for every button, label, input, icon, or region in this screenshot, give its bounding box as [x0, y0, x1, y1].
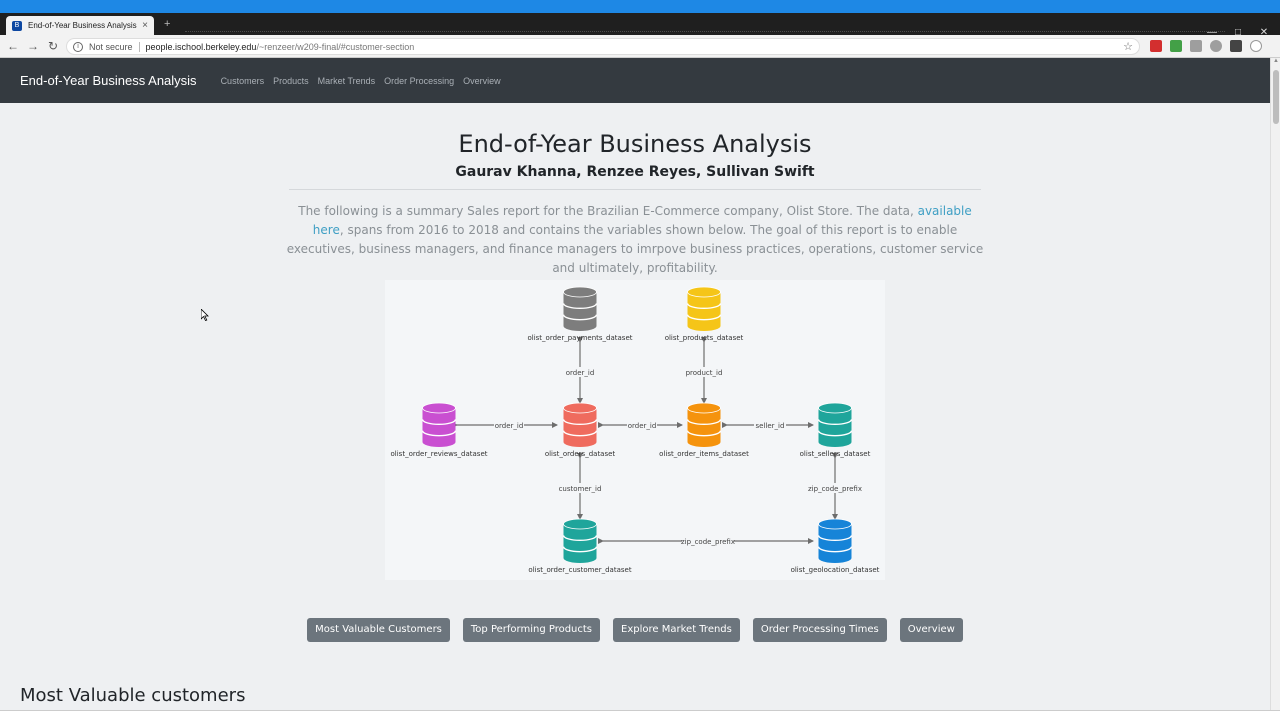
dataset-label-customer: olist_order_customer_dataset — [528, 566, 631, 574]
authors: Gaurav Khanna, Renzee Reyes, Sullivan Sw… — [455, 164, 815, 180]
section-buttons: Most Valuable Customers Top Performing P… — [0, 618, 1270, 642]
site-navbar: End-of-Year Business Analysis Customers … — [0, 58, 1270, 103]
schema-diagram-svg: order_id product_id order_id order_id se… — [391, 286, 880, 574]
tab-title: End-of-Year Business Analysis — [28, 21, 137, 30]
vertical-scrollbar[interactable]: ▲ — [1270, 58, 1280, 710]
divider — [289, 189, 981, 190]
close-tab-icon[interactable]: × — [142, 20, 148, 31]
dataset-label-geolocation: olist_geolocation_dataset — [791, 566, 880, 574]
order-processing-times-button[interactable]: Order Processing Times — [752, 618, 887, 642]
browser-tab[interactable]: B End-of-Year Business Analysis × — [6, 16, 154, 35]
back-icon[interactable]: ← — [6, 39, 20, 53]
intro-paragraph: The following is a summary Sales report … — [284, 202, 986, 278]
dataset-label-reviews: olist_order_reviews_dataset — [391, 450, 488, 458]
page-title: End-of-Year Business Analysis — [458, 130, 812, 158]
dataset-label-orders: olist_orders_dataset — [545, 450, 616, 458]
nav-link-products[interactable]: Products — [273, 76, 309, 86]
dataset-label-sellers: olist_sellers_dataset — [800, 450, 871, 458]
intro-text-rest: , spans from 2016 to 2018 and contains t… — [286, 223, 984, 275]
nav-link-market-trends[interactable]: Market Trends — [318, 76, 376, 86]
drive-icon[interactable] — [1210, 40, 1222, 52]
database-icon-customer: olist_order_customer_dataset — [528, 518, 632, 574]
profile-icon[interactable] — [1250, 40, 1262, 52]
edge-label: zip_code_prefix — [808, 485, 862, 493]
edge-label: customer_id — [559, 485, 602, 493]
tabstrip-divider — [185, 31, 1225, 32]
mouse-cursor-icon — [201, 309, 209, 321]
scroll-thumb[interactable] — [1273, 70, 1279, 124]
extension-icon[interactable] — [1170, 40, 1182, 52]
address-bar: ← → ↻ i Not secure people.ischool.berkel… — [0, 35, 1280, 58]
url-host: people.ischool.berkeley.edu — [145, 41, 257, 52]
database-icon-items: olist_order_items_dataset — [659, 402, 749, 458]
nav-link-customers[interactable]: Customers — [221, 76, 265, 86]
database-icon-sellers: olist_sellers_dataset — [800, 402, 871, 458]
url-path: /~renzeer/w209-final/#customer-section — [256, 41, 415, 52]
top-performing-products-button[interactable]: Top Performing Products — [462, 618, 601, 642]
extension-icons — [1150, 40, 1262, 52]
section-heading: Most Valuable customers — [20, 685, 246, 706]
database-icon-geolocation: olist_geolocation_dataset — [791, 518, 880, 574]
database-icon-payments: olist_order_payments_dataset — [527, 286, 633, 342]
nav-link-order-processing[interactable]: Order Processing — [384, 76, 454, 86]
dataset-label-items: olist_order_items_dataset — [659, 450, 749, 458]
database-icon-orders: olist_orders_dataset — [545, 402, 616, 458]
overview-button[interactable]: Overview — [899, 618, 963, 642]
database-icon-products: olist_products_dataset — [665, 286, 744, 342]
new-tab-icon[interactable]: + — [164, 18, 176, 30]
page-viewport: End-of-Year Business Analysis Customers … — [0, 58, 1270, 710]
dataset-label-products: olist_products_dataset — [665, 334, 744, 342]
extension-icon[interactable] — [1150, 40, 1162, 52]
explore-market-trends-button[interactable]: Explore Market Trends — [613, 618, 740, 642]
window-top-accent — [0, 0, 1280, 13]
scroll-up-icon[interactable]: ▲ — [1272, 58, 1280, 64]
extension-icon[interactable] — [1190, 40, 1202, 52]
schema-diagram: order_id product_id order_id order_id se… — [385, 280, 885, 580]
forward-icon[interactable]: → — [26, 39, 40, 53]
security-label: Not secure — [89, 41, 133, 52]
reload-icon[interactable]: ↻ — [46, 39, 60, 53]
edge-label: zip_code_prefix — [681, 538, 735, 546]
omnibox-separator — [138, 41, 140, 52]
url-field[interactable]: i Not secure people.ischool.berkeley.edu… — [66, 38, 1140, 55]
tab-strip: B End-of-Year Business Analysis × + — □ … — [0, 13, 1280, 38]
intro-text: The following is a summary Sales report … — [298, 204, 918, 218]
edge-label: order_id — [495, 422, 524, 430]
database-icon-reviews: olist_order_reviews_dataset — [391, 402, 488, 458]
favicon-icon: B — [12, 20, 22, 31]
extension-icon[interactable] — [1230, 40, 1242, 52]
window-bottom-edge — [0, 710, 1280, 720]
navbar-brand[interactable]: End-of-Year Business Analysis — [20, 73, 197, 88]
bookmark-star-icon[interactable]: ☆ — [1123, 40, 1133, 53]
dataset-label-payments: olist_order_payments_dataset — [527, 334, 632, 342]
nav-link-overview[interactable]: Overview — [463, 76, 501, 86]
most-valuable-customers-button[interactable]: Most Valuable Customers — [307, 618, 450, 642]
edge-label: product_id — [686, 369, 723, 377]
info-icon[interactable]: i — [73, 41, 83, 52]
edge-label: order_id — [628, 422, 657, 430]
edge-label: order_id — [566, 369, 595, 377]
edge-label: seller_id — [756, 422, 785, 430]
